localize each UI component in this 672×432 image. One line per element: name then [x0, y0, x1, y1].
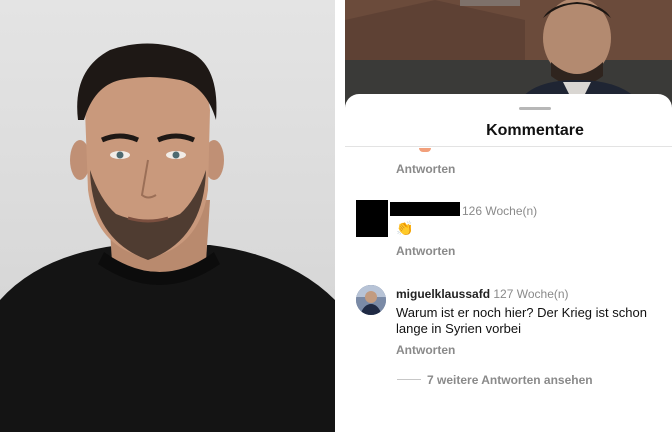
- avatar-image: [356, 285, 386, 315]
- comment-text-line-2: lange in Syrien vorbei: [396, 321, 522, 336]
- comment-username[interactable]: miguelklaussafd: [396, 287, 490, 301]
- comment-time: 127 Woche(n): [493, 287, 569, 301]
- redacted-username: [390, 202, 460, 216]
- comments-screenshot: Kommentare Antworten 126 Woche(n) 👏 Antw…: [345, 0, 672, 432]
- redacted-avatar: [356, 200, 388, 237]
- sheet-divider: [345, 146, 672, 147]
- reply-button[interactable]: Antworten: [396, 244, 455, 258]
- avatar[interactable]: [356, 285, 386, 315]
- view-more-replies-button[interactable]: 7 weitere Antworten ansehen: [427, 373, 593, 387]
- comment-meta: miguelklaussafd 127 Woche(n): [396, 287, 569, 301]
- portrait-photo: [0, 0, 335, 432]
- clapping-hands-icon: 👏: [396, 220, 414, 236]
- comment-text-line-1: Warum ist er noch hier? Der Krieg ist sc…: [396, 305, 647, 320]
- comments-sheet: Kommentare Antworten 126 Woche(n) 👏 Antw…: [345, 94, 672, 432]
- cut-off-emoji: [419, 148, 431, 152]
- reply-button[interactable]: Antworten: [396, 162, 455, 176]
- comment-time: 126 Woche(n): [462, 204, 538, 218]
- image-divider: [335, 0, 345, 432]
- more-replies-line: [397, 379, 421, 380]
- sheet-drag-handle[interactable]: [519, 107, 551, 110]
- sheet-title: Kommentare: [486, 122, 584, 139]
- portrait-illustration: [0, 43, 335, 432]
- reply-button[interactable]: Antworten: [396, 343, 455, 357]
